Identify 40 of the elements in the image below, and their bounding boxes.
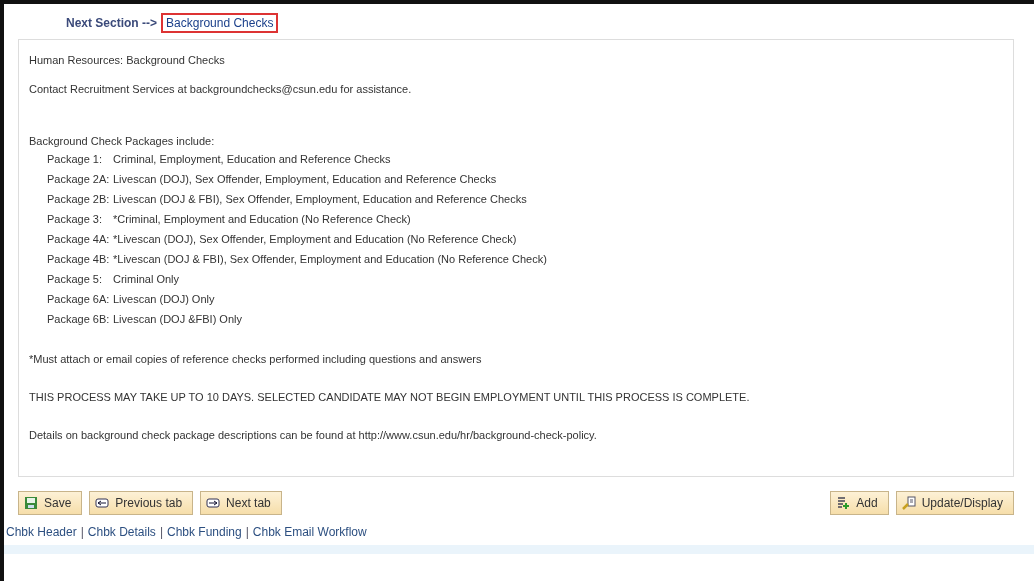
warning-text: THIS PROCESS MAY TAKE UP TO 10 DAYS. SELECTED CANDIDATE MAY NOT BEGIN EMPLOYMENT UNTIL THIS PROCESS IS COMPLETE. bbox=[29, 390, 751, 405]
add-list-icon bbox=[836, 496, 851, 510]
package-name: Package 6B: bbox=[47, 312, 109, 327]
add-button[interactable]: Add bbox=[830, 491, 889, 515]
package-name: Package 2B: bbox=[47, 192, 109, 207]
note-text: *Must attach or email copies of reference checks performed including questions and answers bbox=[29, 352, 483, 367]
package-description: Criminal Only bbox=[113, 272, 179, 287]
footer-link[interactable]: Chbk Details bbox=[87, 525, 156, 539]
details-text: Details on background check package descriptions can be found at http://www.csun.edu/hr/background-check-policy. bbox=[29, 428, 598, 443]
footer-link[interactable]: Chbk Header bbox=[6, 525, 77, 539]
section-link[interactable]: Background Checks bbox=[161, 13, 279, 33]
next-section-label: Next Section --> bbox=[66, 16, 158, 30]
package-name: Package 1: bbox=[47, 152, 104, 167]
package-name: Package 4A: bbox=[47, 232, 109, 247]
contact-text: Contact Recruitment Services at backgroundchecks@csun.edu for assistance. bbox=[29, 82, 413, 97]
package-description: *Criminal, Employment and Education (No Reference Check) bbox=[113, 212, 411, 227]
package-name: Package 2A: bbox=[47, 172, 109, 187]
package-description: *Livescan (DOJ), Sex Offender, Employment and Education (No Reference Check) bbox=[113, 232, 517, 247]
link-separator: | bbox=[159, 525, 163, 539]
package-name: Package 3: bbox=[47, 212, 104, 227]
pencil-page-icon bbox=[901, 496, 916, 510]
package-name: Package 5: bbox=[47, 272, 104, 287]
footer-link[interactable]: Chbk Funding bbox=[167, 525, 242, 539]
package-description: Livescan (DOJ), Sex Offender, Employment, Education and Reference Checks bbox=[113, 172, 497, 187]
package-name: Package 6A: bbox=[47, 292, 109, 307]
next-button[interactable]: Next tab bbox=[200, 491, 282, 515]
package-description: Criminal, Employment, Education and Reference Checks bbox=[113, 152, 391, 167]
update-button[interactable]: Update/Display bbox=[895, 491, 1014, 515]
package-description: *Livescan (DOJ & FBI), Sex Offender, Employment and Education (No Reference Check) bbox=[113, 252, 547, 267]
package-name: Package 4B: bbox=[47, 252, 109, 267]
package-description: Livescan (DOJ) Only bbox=[113, 292, 215, 307]
previous-button[interactable]: Previous tab bbox=[89, 491, 194, 515]
info-title: Human Resources: Background Checks bbox=[29, 53, 226, 68]
footer-link[interactable]: Chbk Email Workflow bbox=[252, 525, 367, 539]
packages-heading: Background Check Packages include: bbox=[29, 134, 216, 149]
link-separator: | bbox=[80, 525, 84, 539]
package-description: Livescan (DOJ & FBI), Sex Offender, Employment, Education and Reference Checks bbox=[113, 192, 527, 207]
link-separator: | bbox=[245, 525, 249, 539]
save-button[interactable]: Save bbox=[18, 491, 83, 515]
package-description: Livescan (DOJ &FBI) Only bbox=[113, 312, 242, 327]
